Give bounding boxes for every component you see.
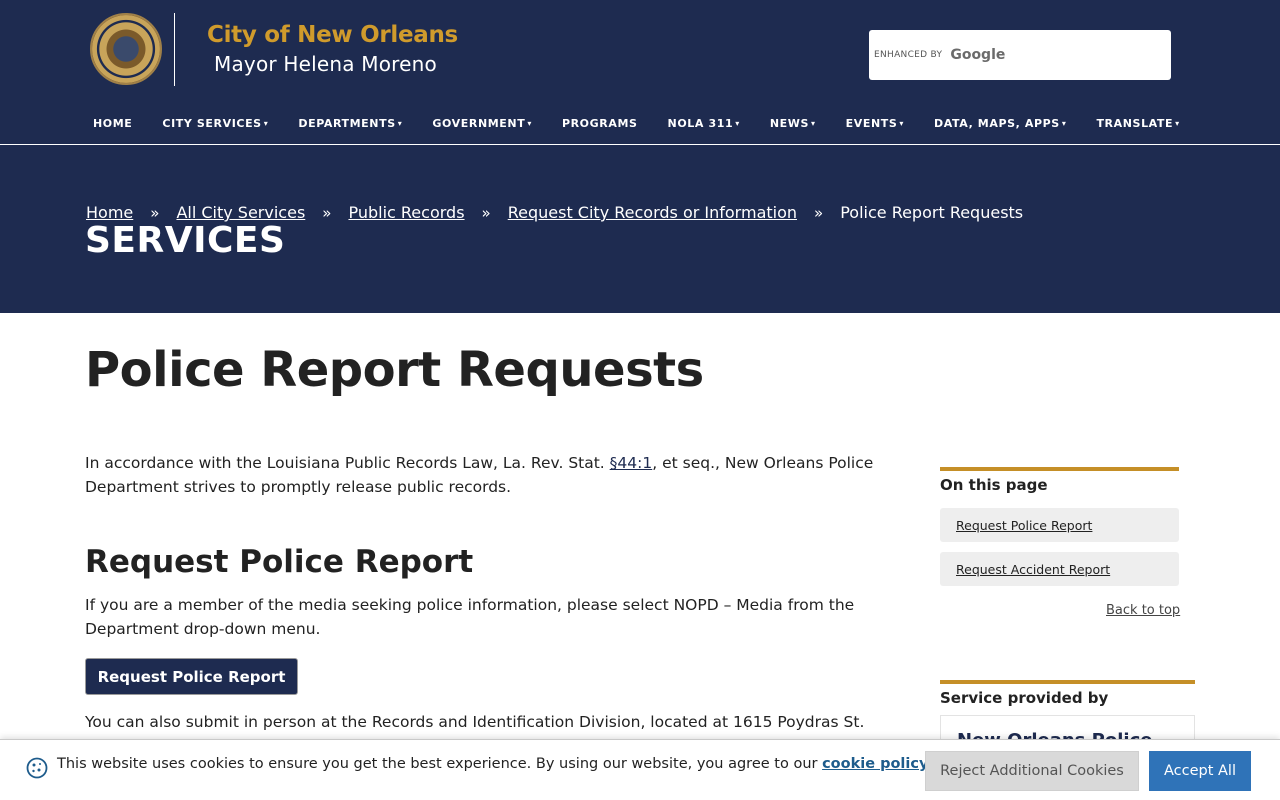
on-this-page-nav: On this page Request Police Report Reque… — [940, 467, 1179, 586]
cookie-text: This website uses cookies to ensure you … — [57, 756, 823, 772]
chevron-down-icon: ▾ — [1061, 119, 1067, 128]
chevron-down-icon: ▾ — [527, 119, 532, 128]
chevron-down-icon: ▾ — [735, 119, 740, 128]
cookie-icon — [26, 757, 48, 779]
site-header: City of New Orleans Mayor Helena Moreno … — [0, 0, 1280, 145]
back-to-top-link[interactable]: Back to top — [1106, 603, 1180, 618]
nav-item-nola-311[interactable]: NOLA 311 ▾ — [668, 117, 740, 130]
breadcrumb-separator: » — [150, 203, 160, 222]
breadcrumb-separator: » — [814, 203, 824, 222]
site-name[interactable]: City of New Orleans — [207, 22, 458, 48]
search-input[interactable]: ENHANCED BY Google — [869, 30, 1171, 80]
nav-item-departments[interactable]: DEPARTMENTS ▾ — [298, 117, 402, 130]
chevron-down-icon: ▾ — [397, 119, 403, 128]
provided-heading: Service provided by — [940, 689, 1109, 707]
nav-item-city-services[interactable]: CITY SERVICES ▾ — [162, 117, 268, 130]
chevron-down-icon: ▾ — [263, 119, 269, 128]
nav-item-events[interactable]: EVENTS ▾ — [846, 117, 904, 130]
section-title: SERVICES — [85, 220, 286, 261]
intro-paragraph: In accordance with the Louisiana Public … — [85, 451, 895, 499]
cookie-policy-link[interactable]: cookie policy — [822, 756, 928, 772]
nav-item-government[interactable]: GOVERNMENT ▾ — [432, 117, 532, 130]
reject-cookies-button[interactable]: Reject Additional Cookies — [925, 751, 1139, 791]
breadcrumb-request-city-records[interactable]: Request City Records or Information — [508, 203, 797, 222]
nav-item-news[interactable]: NEWS ▾ — [770, 117, 816, 130]
cookie-message: This website uses cookies to ensure you … — [57, 756, 933, 772]
header-divider — [174, 13, 175, 86]
main-nav: HOME CITY SERVICES ▾ DEPARTMENTS ▾ GOVERNM… — [93, 117, 1210, 130]
search-enhanced-label: ENHANCED BY — [874, 50, 943, 60]
breadcrumb-public-records[interactable]: Public Records — [348, 203, 464, 222]
media-info-paragraph: If you are a member of the media seeking… — [85, 596, 855, 638]
nav-item-translate[interactable]: TRANSLATE ▾ — [1096, 117, 1179, 130]
city-seal-logo[interactable] — [90, 13, 162, 85]
toc-link-request-accident-report[interactable]: Request Accident Report — [940, 552, 1179, 586]
toc-heading: On this page — [940, 476, 1048, 494]
cookie-banner: This website uses cookies to ensure you … — [0, 739, 1280, 800]
nav-item-home[interactable]: HOME — [93, 117, 132, 130]
chevron-down-icon: ▾ — [1175, 119, 1180, 128]
request-police-report-button[interactable]: Request Police Report — [85, 658, 298, 695]
breadcrumb-current: Police Report Requests — [840, 203, 1024, 222]
intro-text: In accordance with the Louisiana Public … — [85, 454, 610, 472]
accept-all-button[interactable]: Accept All — [1149, 751, 1251, 791]
chevron-down-icon: ▾ — [811, 119, 816, 128]
in-person-paragraph: You can also submit in person at the Rec… — [85, 713, 865, 731]
nav-item-data-maps-apps[interactable]: DATA, MAPS, APPS ▾ — [934, 117, 1066, 130]
section-heading: Request Police Report — [85, 544, 474, 580]
nav-item-programs[interactable]: PROGRAMS — [562, 117, 638, 130]
hero-banner: Home » All City Services » Public Record… — [0, 145, 1280, 313]
chevron-down-icon: ▾ — [899, 119, 905, 128]
page-title: Police Report Requests — [85, 342, 704, 398]
breadcrumb-separator: » — [322, 203, 332, 222]
google-logo: Google — [950, 47, 1006, 63]
statute-link[interactable]: §44:1 — [610, 454, 653, 472]
mayor-name: Mayor Helena Moreno — [214, 52, 437, 76]
toc-link-request-police-report[interactable]: Request Police Report — [940, 508, 1179, 542]
breadcrumb-separator: » — [481, 203, 491, 222]
